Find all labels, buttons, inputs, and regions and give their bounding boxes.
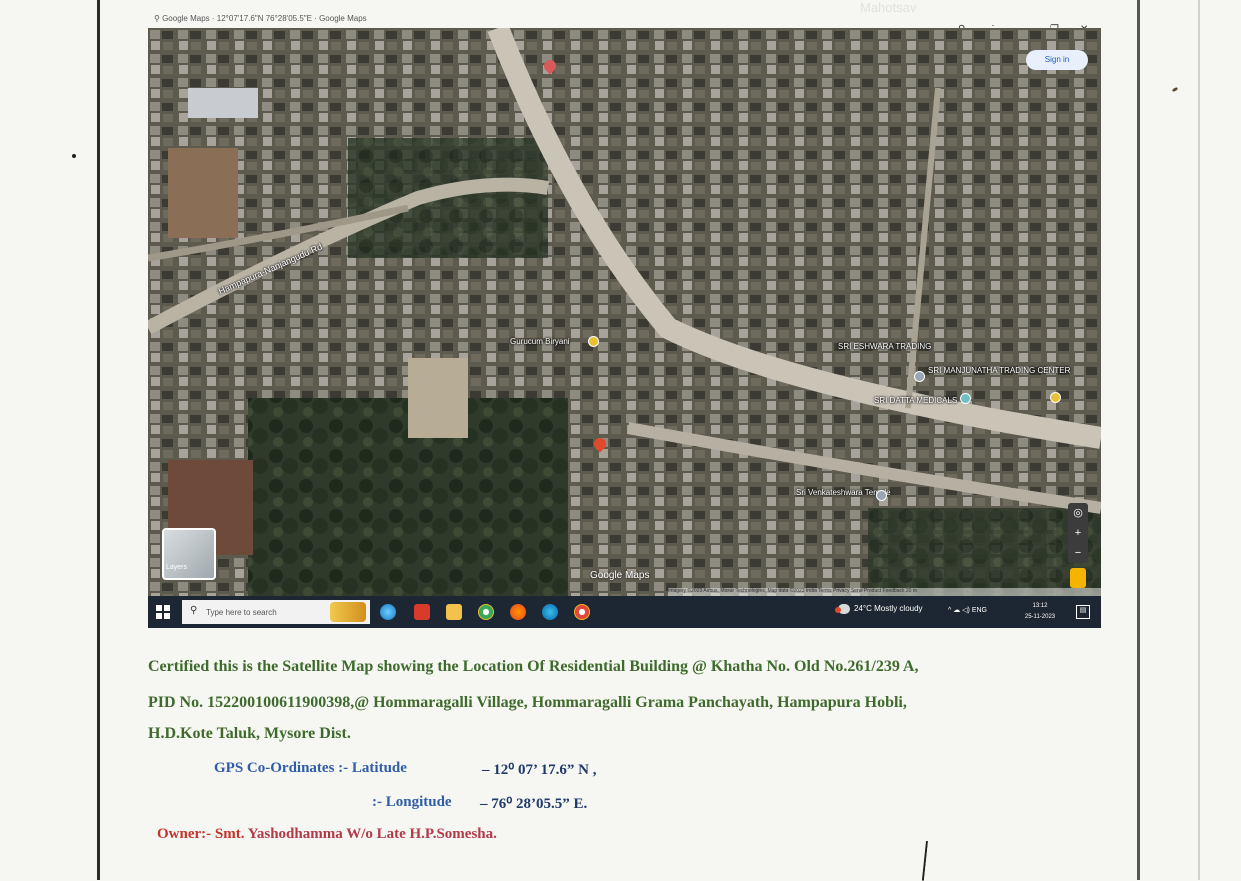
notification-icon[interactable]: ▤ [1076,605,1090,619]
gps-latitude-value: – 12⁰ 07’ 17.6” N , [482,760,596,779]
system-tray[interactable]: ^ ☁ ◁) ENG [948,606,987,614]
owner-line: Owner:- Smt. Yashodhamma W/o Late H.P.So… [157,826,497,843]
locate-icon[interactable]: ◎ [1068,503,1088,523]
signature-stroke [903,839,929,881]
owner-label: Owner:- Smt. [157,826,245,842]
certificate-line-2: PID No. 152200100611900398,@ Hommaragall… [148,694,907,711]
taskbar-clock[interactable]: 13:12 25-11-2023 [1016,601,1064,623]
scan-speck [72,154,76,158]
gps-longitude-value: – 76⁰ 28’05.5” E. [480,794,587,813]
search-icon: ⚲ [190,605,198,616]
cortana-icon[interactable] [380,604,396,620]
poi-marker[interactable] [960,393,971,404]
office-icon[interactable] [414,604,430,620]
chrome-icon[interactable] [478,604,494,620]
google-maps-logo: Google Maps [590,570,650,581]
poi-label[interactable]: SRI DATTA MEDICALS [874,396,957,405]
scan-speck [1171,86,1179,93]
search-placeholder: Type here to search [206,608,277,617]
sign-in-button[interactable]: Sign in [1026,50,1088,70]
owner-name: Yashodhamma W/o Late H.P.Somesha. [247,826,497,842]
firefox-icon[interactable] [510,604,526,620]
weather-widget[interactable]: 24°C Mostly cloudy [835,604,923,614]
poi-marker[interactable] [914,371,925,382]
satellite-map[interactable]: Hampapura-Nanjangudu Rd Gurucum Biryani … [148,28,1101,596]
page-border-right [1137,0,1140,880]
poi-label[interactable]: SRI MANJUNATHA TRADING CENTER [928,366,1070,375]
page-border-left [97,0,100,880]
poi-label[interactable]: Gurucum Biryani [510,337,570,346]
edge-icon[interactable] [542,604,558,620]
satellite-imagery [148,28,1101,596]
layers-label: Layers [166,564,188,571]
certificate-line-3: H.D.Kote Taluk, Mysore Dist. [148,725,351,742]
page-border-far [1198,0,1200,880]
poi-marker[interactable] [1050,392,1061,403]
street-view-pegman-icon[interactable] [1070,568,1086,588]
windows-taskbar: ⚲ Type here to search 24°C Mostly cloudy… [148,596,1101,628]
clock-time: 13:12 [1032,603,1048,609]
zoom-in-button[interactable]: + [1068,523,1088,543]
longitude-value: – 76⁰ 28’05.5” E. [480,796,588,812]
file-explorer-icon[interactable] [446,604,462,620]
zoom-out-button[interactable]: − [1068,543,1088,563]
poi-marker[interactable] [876,490,887,501]
map-attribution: Imagery ©2023 Airbus, Maxar Technologies… [668,588,1101,596]
gps-latitude-label: GPS Co-Ordinates :- Latitude [214,760,407,776]
certificate-line-1: Certified this is the Satellite Map show… [148,658,919,675]
weather-icon [835,604,850,614]
browser-tab-title[interactable]: ⚲ Google Maps · 12°07'17.6"N 76°28'05.5"… [154,14,367,23]
clock-date: 25-11-2023 [1024,614,1056,620]
weather-text: 24°C Mostly cloudy [854,604,923,614]
layers-button[interactable] [162,528,216,580]
taskbar-search-input[interactable]: ⚲ Type here to search [182,600,370,624]
windows-start-icon[interactable] [156,605,170,619]
search-highlight-image [330,602,366,622]
chrome-profile-icon[interactable] [574,604,590,620]
latitude-value: – 12⁰ 07’ 17.6” N , [482,762,597,778]
poi-label[interactable]: SRI ESHWARA TRADING [838,342,931,351]
gps-longitude-label: :- Longitude [372,794,452,810]
poi-marker[interactable] [588,336,599,347]
zoom-controls: ◎ + − [1068,503,1088,563]
